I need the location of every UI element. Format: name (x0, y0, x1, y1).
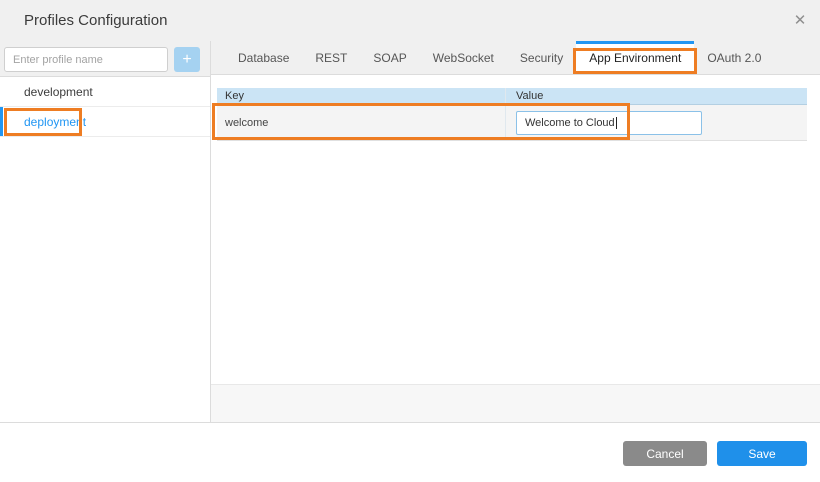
value-input-text: Welcome to Cloud (525, 112, 615, 134)
tab-label: WebSocket (433, 51, 494, 65)
profile-item-deployment[interactable]: deployment (0, 107, 210, 137)
tab-label: Database (238, 51, 289, 65)
profile-item-label: development (24, 85, 93, 99)
tab-security[interactable]: Security (507, 41, 576, 74)
tab-soap[interactable]: SOAP (360, 41, 419, 74)
profiles-sidebar: + development deployment (0, 41, 211, 423)
tab-rest[interactable]: REST (302, 41, 360, 74)
add-profile-button[interactable]: + (174, 47, 200, 72)
close-icon[interactable]: ✕ (780, 0, 820, 41)
table-header-row: Key Value (217, 88, 807, 105)
tab-content-app-environment: Key Value welcome Welcome to Cloud (211, 75, 820, 423)
tab-label: REST (315, 51, 347, 65)
value-cell: Welcome to Cloud (505, 105, 807, 140)
panel-footer-strip (211, 384, 820, 423)
tab-app-environment[interactable]: App Environment (576, 41, 694, 74)
config-tabbar: Database REST SOAP WebSocket Security Ap… (211, 41, 820, 75)
tab-label: OAuth 2.0 (707, 51, 761, 65)
tab-label: SOAP (373, 51, 406, 65)
active-tab-indicator (576, 41, 694, 44)
column-header-key: Key (217, 88, 505, 104)
key-value-table: Key Value welcome Welcome to Cloud (217, 88, 807, 141)
selected-indicator-bar (0, 107, 3, 136)
text-caret (616, 117, 617, 129)
tab-websocket[interactable]: WebSocket (420, 41, 507, 74)
dialog-header: Profiles Configuration ✕ (0, 0, 820, 41)
profile-create-bar: + (0, 41, 210, 77)
tab-oauth2[interactable]: OAuth 2.0 (694, 41, 774, 74)
tab-label: Security (520, 51, 563, 65)
key-cell: welcome (217, 105, 505, 140)
profile-name-input[interactable] (4, 47, 168, 72)
profile-item-label: deployment (24, 115, 86, 129)
tab-label: App Environment (589, 51, 681, 65)
column-header-value: Value (505, 88, 807, 104)
table-row: welcome Welcome to Cloud (217, 105, 807, 141)
value-input[interactable]: Welcome to Cloud (516, 111, 702, 135)
footer-divider (0, 422, 820, 423)
tab-database[interactable]: Database (225, 41, 302, 74)
save-button[interactable]: Save (717, 441, 807, 466)
profile-item-development[interactable]: development (0, 77, 210, 107)
cancel-button[interactable]: Cancel (623, 441, 707, 466)
dialog-title: Profiles Configuration (24, 0, 167, 41)
